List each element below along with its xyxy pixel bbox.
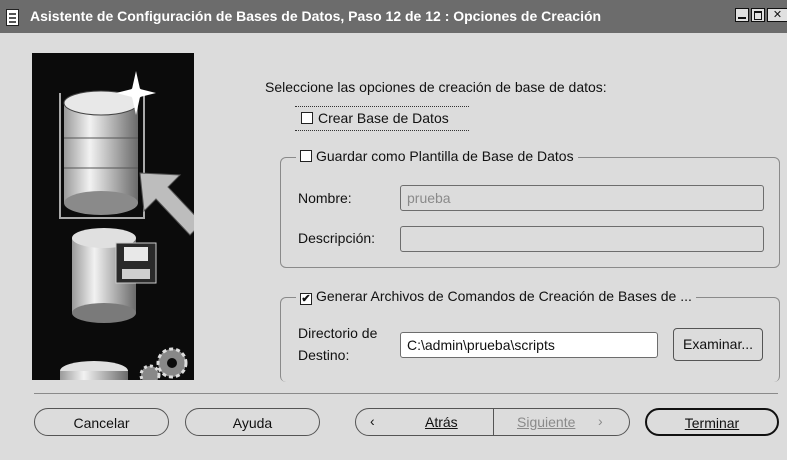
database-document-icon <box>6 9 19 26</box>
chevron-left-icon: ‹ <box>370 413 375 429</box>
browse-button[interactable]: Examinar... <box>673 328 763 361</box>
database-illustration-image <box>32 53 194 380</box>
options-prompt: Seleccione las opciones de creación de b… <box>265 79 607 95</box>
next-button[interactable]: Siguiente <box>517 414 575 430</box>
window-titlebar: Asistente de Configuración de Bases de D… <box>0 0 787 33</box>
next-label: Siguiente <box>517 414 576 430</box>
create-database-label[interactable]: Crear Base de Datos <box>318 110 449 126</box>
close-button[interactable]: ✕ <box>767 8 787 22</box>
back-label: Atrás <box>425 414 458 430</box>
footer-separator <box>34 393 778 394</box>
back-button[interactable]: Atrás <box>425 414 458 430</box>
generate-scripts-checkbox[interactable]: ✔ <box>300 293 312 305</box>
description-label: Descripción: <box>298 230 376 246</box>
navigation-button-group <box>355 408 630 436</box>
destination-label-line1: Directorio de <box>298 325 378 341</box>
nav-divider <box>493 409 494 435</box>
generate-scripts-label[interactable]: Generar Archivos de Comandos de Creación… <box>316 288 692 304</box>
template-name-field[interactable]: prueba <box>400 185 764 211</box>
maximize-button[interactable] <box>751 8 765 22</box>
create-database-checkbox[interactable] <box>301 112 313 124</box>
chevron-right-icon: › <box>598 413 603 429</box>
help-button[interactable]: Ayuda <box>185 408 320 436</box>
destination-directory-field[interactable]: C:\admin\prueba\scripts <box>400 332 658 358</box>
window-title: Asistente de Configuración de Bases de D… <box>30 8 602 24</box>
generate-scripts-legend: ✔ Generar Archivos de Comandos de Creació… <box>296 288 696 305</box>
save-template-legend: Guardar como Plantilla de Base de Datos <box>296 148 578 164</box>
cancel-label: Cancelar <box>73 415 130 431</box>
help-label: Ayuda <box>232 415 273 431</box>
wizard-illustration <box>32 53 194 380</box>
finish-label: Terminar <box>684 415 740 431</box>
finish-button[interactable]: Terminar <box>645 408 779 436</box>
template-description-field[interactable] <box>400 226 764 252</box>
save-template-label[interactable]: Guardar como Plantilla de Base de Datos <box>316 148 574 164</box>
minimize-button[interactable] <box>735 8 749 22</box>
cancel-button[interactable]: Cancelar <box>34 408 169 436</box>
save-template-checkbox[interactable] <box>300 150 312 162</box>
name-label: Nombre: <box>298 190 352 206</box>
destination-label-line2: Destino: <box>298 347 350 363</box>
